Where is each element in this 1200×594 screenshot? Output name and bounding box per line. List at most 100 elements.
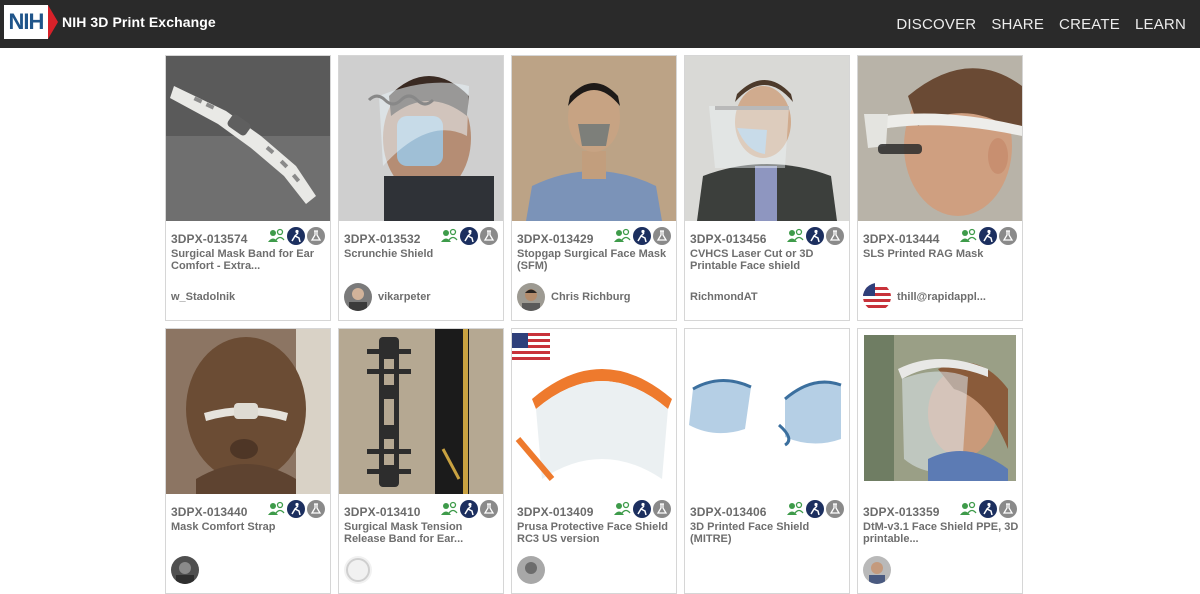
lab-flask-icon [826,500,844,518]
model-badges [267,227,325,245]
model-title[interactable]: Surgical Mask Tension Release Band for E… [344,521,500,545]
model-id: 3DPX-013359 [863,505,940,519]
lab-flask-icon [653,500,671,518]
accessibility-icon [979,500,997,518]
model-title[interactable]: Stopgap Surgical Face Mask (SFM) [517,248,673,272]
model-thumbnail[interactable] [339,56,503,221]
community-icon [268,501,285,515]
author-name[interactable]: RichmondAT [690,291,758,303]
model-thumbnail[interactable] [166,329,330,494]
model-id: 3DPX-013429 [517,232,594,246]
main-nav: DISCOVER SHARE CREATE LEARN [896,16,1186,33]
lab-flask-icon [480,227,498,245]
nih-logo-mark: NIH [4,5,48,39]
accessibility-icon [287,227,305,245]
model-card[interactable]: 3DPX-013429 Stopgap Surgical Face Mask (… [511,55,677,321]
model-thumbnail[interactable] [512,329,676,494]
model-title[interactable]: Scrunchie Shield [344,248,500,260]
model-card[interactable]: 3DPX-013409 Prusa Protective Face Shield… [511,328,677,594]
accessibility-icon [633,500,651,518]
author-avatar[interactable] [863,556,891,584]
model-id: 3DPX-013440 [171,505,248,519]
nav-create[interactable]: CREATE [1059,16,1120,33]
model-badges [959,500,1017,518]
lab-flask-icon [653,227,671,245]
lab-flask-icon [307,500,325,518]
model-title[interactable]: Mask Comfort Strap [171,521,327,533]
author-avatar[interactable] [344,283,372,311]
accessibility-icon [460,227,478,245]
model-id: 3DPX-013456 [690,232,767,246]
nih-logo-chevron [48,5,58,39]
author-row[interactable]: Chris Richburg [517,282,630,312]
model-card[interactable]: 3DPX-013440 Mask Comfort Strap [165,328,331,594]
author-row[interactable] [344,555,378,585]
nih-logo[interactable]: NIH NIH 3D Print Exchange [4,5,216,39]
author-name[interactable]: vikarpeter [378,291,431,303]
model-id: 3DPX-013532 [344,232,421,246]
model-badges [267,500,325,518]
community-icon [614,228,631,242]
model-id: 3DPX-013406 [690,505,767,519]
lab-flask-icon [480,500,498,518]
community-icon [960,501,977,515]
author-row[interactable]: w_Stadolnik [171,282,235,312]
model-title[interactable]: Prusa Protective Face Shield RC3 US vers… [517,521,673,545]
author-row[interactable]: vikarpeter [344,282,431,312]
model-badges [613,500,671,518]
model-title[interactable]: CVHCS Laser Cut or 3D Printable Face shi… [690,248,846,272]
model-title[interactable]: Surgical Mask Band for Ear Comfort - Ext… [171,248,327,272]
lab-flask-icon [307,227,325,245]
author-avatar[interactable] [344,556,372,584]
author-row[interactable]: thill@rapidappl... [863,282,986,312]
nav-learn[interactable]: LEARN [1135,16,1186,33]
author-row[interactable] [863,555,897,585]
model-thumbnail[interactable] [685,56,849,221]
accessibility-icon [287,500,305,518]
author-name[interactable]: w_Stadolnik [171,291,235,303]
author-avatar[interactable] [863,283,891,311]
author-avatar[interactable] [171,556,199,584]
model-thumbnail[interactable] [166,56,330,221]
model-thumbnail[interactable] [858,56,1022,221]
model-id: 3DPX-013409 [517,505,594,519]
top-navigation-bar: NIH NIH 3D Print Exchange DISCOVER SHARE… [0,0,1200,48]
author-row[interactable] [517,555,551,585]
model-card[interactable]: 3DPX-013359 DtM-v3.1 Face Shield PPE, 3D… [857,328,1023,594]
nav-discover[interactable]: DISCOVER [896,16,976,33]
accessibility-icon [806,227,824,245]
model-title[interactable]: 3D Printed Face Shield (MITRE) [690,521,846,545]
model-badges [959,227,1017,245]
nav-share[interactable]: SHARE [991,16,1044,33]
model-thumbnail[interactable] [685,329,849,494]
author-row[interactable] [171,555,205,585]
community-icon [614,501,631,515]
model-title[interactable]: DtM-v3.1 Face Shield PPE, 3D printable..… [863,521,1019,545]
model-card[interactable]: 3DPX-013574 Surgical Mask Band for Ear C… [165,55,331,321]
author-row[interactable]: RichmondAT [690,282,758,312]
author-avatar[interactable] [517,283,545,311]
lab-flask-icon [999,227,1017,245]
model-thumbnail[interactable] [339,329,503,494]
accessibility-icon [633,227,651,245]
author-name[interactable]: Chris Richburg [551,291,630,303]
model-thumbnail[interactable] [512,56,676,221]
community-icon [441,501,458,515]
author-name[interactable]: thill@rapidappl... [897,291,986,303]
model-id: 3DPX-013410 [344,505,421,519]
model-badges [440,227,498,245]
model-card[interactable]: 3DPX-013406 3D Printed Face Shield (MITR… [684,328,850,594]
model-card[interactable]: 3DPX-013444 SLS Printed RAG Mask thill@r… [857,55,1023,321]
model-card[interactable]: 3DPX-013532 Scrunchie Shield vikarpeter [338,55,504,321]
model-card[interactable]: 3DPX-013456 CVHCS Laser Cut or 3D Printa… [684,55,850,321]
accessibility-icon [460,500,478,518]
community-icon [787,501,804,515]
model-card[interactable]: 3DPX-013410 Surgical Mask Tension Releas… [338,328,504,594]
model-thumbnail[interactable] [858,329,1022,494]
accessibility-icon [979,227,997,245]
lab-flask-icon [999,500,1017,518]
community-icon [960,228,977,242]
community-icon [787,228,804,242]
model-title[interactable]: SLS Printed RAG Mask [863,248,1019,260]
author-avatar[interactable] [517,556,545,584]
